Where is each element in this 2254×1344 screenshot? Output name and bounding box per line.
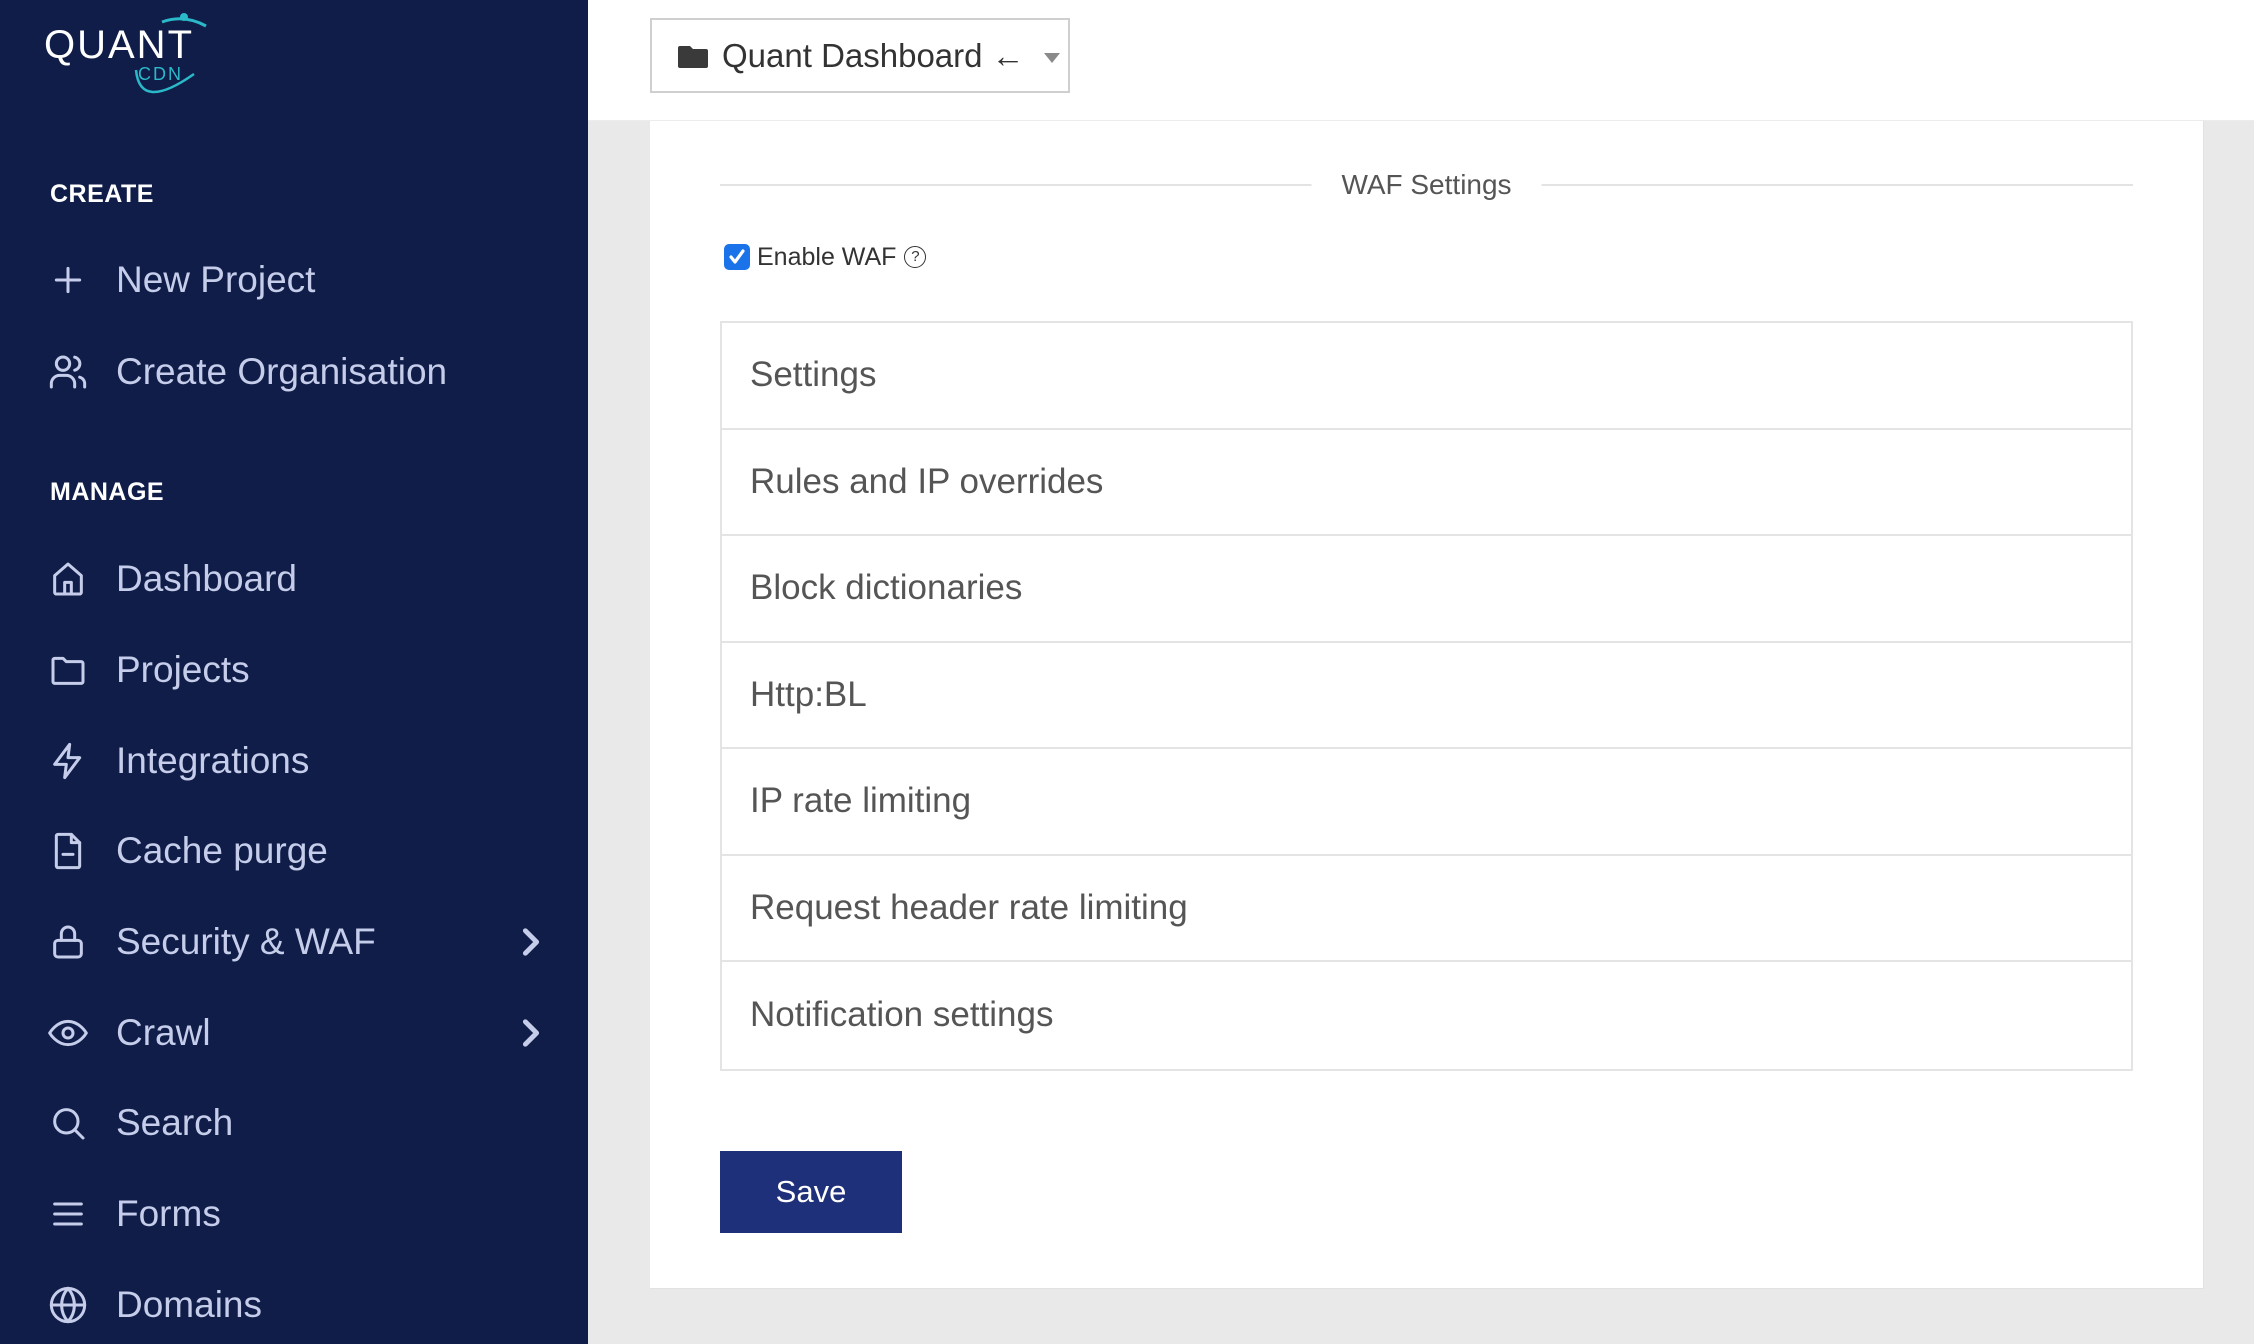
enable-waf-row: Enable WAF ? [724, 239, 927, 275]
sidebar-item-integrations[interactable]: Integrations [0, 721, 588, 801]
sidebar-item-label: Crawl [116, 1012, 211, 1053]
save-button[interactable]: Save [720, 1151, 902, 1233]
accordion-item-label: IP rate limiting [750, 781, 972, 821]
lightning-icon [46, 739, 90, 783]
sidebar-item-label: Domains [116, 1284, 262, 1325]
home-icon [46, 557, 90, 601]
waf-settings-legend: WAF Settings [720, 169, 2133, 200]
accordion-item-label: Block dictionaries [750, 568, 1023, 608]
search-icon [46, 1101, 90, 1145]
accordion-item-block-dictionaries[interactable]: Block dictionaries [722, 536, 2131, 643]
accordion-item-request-header-rate-limiting[interactable]: Request header rate limiting [722, 856, 2131, 962]
sidebar-item-forms[interactable]: Forms [0, 1174, 588, 1254]
project-selector-value: Quant Dashboard ← [722, 36, 1025, 74]
enable-waf-label[interactable]: Enable WAF [757, 243, 896, 272]
sidebar-item-projects[interactable]: Projects [0, 630, 588, 710]
sidebar-item-label: Dashboard [116, 558, 298, 599]
accordion-item-notification-settings[interactable]: Notification settings [722, 962, 2131, 1069]
menu-lines-icon [46, 1192, 90, 1236]
sidebar-item-label: Search [116, 1102, 234, 1143]
project-selector[interactable]: Quant Dashboard ← [650, 18, 1070, 93]
sidebar-item-label: New Project [116, 259, 316, 300]
accordion-item-label: Settings [750, 355, 877, 395]
accordion-item-label: Notification settings [750, 995, 1054, 1035]
folder-icon [46, 648, 90, 692]
sidebar-item-label: Security & WAF [116, 921, 376, 962]
manage-section-title: MANAGE [50, 478, 165, 506]
accordion-item-settings[interactable]: Settings [722, 323, 2131, 430]
users-icon [46, 350, 90, 394]
accordion-item-label: Request header rate limiting [750, 887, 1188, 927]
sidebar-item-label: Create Organisation [116, 351, 448, 392]
chevron-right-icon[interactable] [518, 927, 544, 957]
sidebar-item-crawl[interactable]: Crawl [0, 993, 588, 1073]
sidebar-item-cache-purge[interactable]: Cache purge [0, 811, 588, 891]
accordion-item-rules-ip-overrides[interactable]: Rules and IP overrides [722, 430, 2131, 536]
waf-settings-title: WAF Settings [1313, 169, 1540, 200]
sidebar-item-domains[interactable]: Domains [0, 1265, 588, 1344]
accordion-item-label: Rules and IP overrides [750, 461, 1104, 501]
sidebar-item-create-organisation[interactable]: Create Organisation [0, 332, 588, 412]
accordion-item-http-bl[interactable]: Http:BL [722, 643, 2131, 749]
waf-accordion: Settings Rules and IP overrides Block di… [720, 321, 2133, 1071]
sidebar-item-label: Integrations [116, 740, 310, 781]
sidebar-item-label: Forms [116, 1193, 221, 1234]
sidebar-item-label: Cache purge [116, 830, 328, 871]
checkmark-icon [729, 249, 745, 264]
sidebar-item-label: Projects [116, 649, 250, 690]
folder-solid-icon [678, 44, 708, 68]
logo-text: QUANT [44, 23, 194, 67]
plus-icon [46, 258, 90, 302]
sidebar-item-security-waf[interactable]: Security & WAF [0, 902, 588, 982]
globe-icon [46, 1283, 90, 1327]
sidebar-item-search[interactable]: Search [0, 1083, 588, 1163]
waf-settings-card: WAF Settings Enable WAF ? Settings Rules… [650, 121, 2204, 1289]
create-section-title: CREATE [50, 180, 154, 208]
lock-icon [46, 920, 90, 964]
file-minus-icon [46, 829, 90, 873]
accordion-item-ip-rate-limiting[interactable]: IP rate limiting [722, 749, 2131, 856]
chevron-right-icon[interactable] [518, 1018, 544, 1048]
logo-subtext: CDN [138, 64, 183, 84]
sidebar-item-new-project[interactable]: New Project [0, 240, 588, 320]
dropdown-caret-icon [1044, 53, 1060, 63]
sidebar-item-dashboard[interactable]: Dashboard [0, 539, 588, 619]
accordion-item-label: Http:BL [750, 674, 867, 714]
sidebar: QUANT CDN CREATE New Project Create Orga… [0, 0, 588, 1344]
top-header: Quant Dashboard ← [588, 0, 2254, 121]
eye-icon [46, 1011, 90, 1055]
quant-cdn-logo[interactable]: QUANT CDN [44, 12, 266, 106]
help-icon[interactable]: ? [904, 246, 927, 268]
enable-waf-checkbox[interactable] [724, 244, 750, 270]
